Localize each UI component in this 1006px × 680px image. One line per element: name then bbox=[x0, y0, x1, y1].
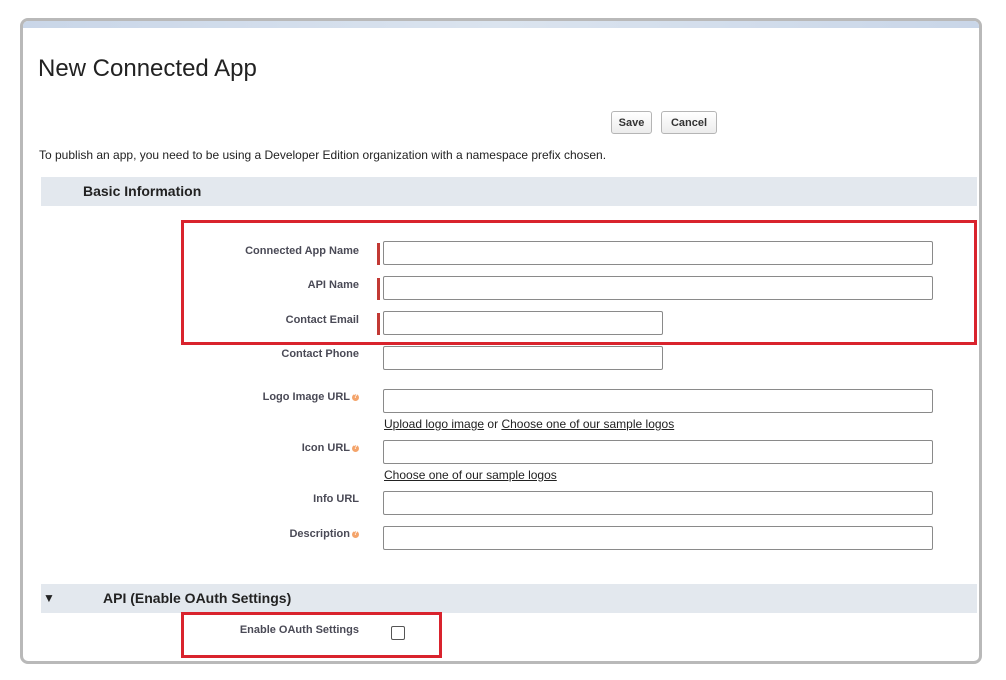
enable-oauth-label: Enable OAuth Settings bbox=[239, 624, 359, 636]
enable-oauth-checkbox[interactable] bbox=[391, 626, 405, 640]
or-text: or bbox=[487, 417, 499, 431]
logo-image-url-input[interactable] bbox=[383, 389, 933, 413]
description-input[interactable] bbox=[383, 526, 933, 550]
icon-links: Choose one of our sample logos bbox=[384, 468, 557, 482]
required-indicator bbox=[377, 243, 380, 265]
api-name-label: API Name bbox=[307, 279, 359, 291]
info-url-label: Info URL bbox=[313, 493, 359, 505]
choose-sample-logos-link[interactable]: Choose one of our sample logos bbox=[501, 417, 674, 431]
section-title: API (Enable OAuth Settings) bbox=[103, 590, 292, 606]
connected-app-window: New Connected App Save Cancel To publish… bbox=[20, 18, 982, 664]
icon-url-label: Icon URL? bbox=[301, 442, 359, 454]
required-indicator bbox=[377, 313, 380, 335]
connected-app-name-input[interactable] bbox=[383, 241, 933, 265]
info-icon[interactable]: ? bbox=[352, 444, 359, 452]
connected-app-name-label: Connected App Name bbox=[245, 245, 359, 257]
cancel-button[interactable]: Cancel bbox=[661, 111, 717, 134]
triangle-down-icon[interactable]: ▼ bbox=[43, 584, 55, 613]
logo-image-url-label: Logo Image URL? bbox=[262, 391, 359, 403]
namespace-notice: To publish an app, you need to be using … bbox=[39, 148, 607, 162]
description-label: Description? bbox=[289, 528, 359, 540]
contact-phone-input[interactable] bbox=[383, 346, 663, 370]
save-button[interactable]: Save bbox=[611, 111, 652, 134]
info-url-input[interactable] bbox=[383, 491, 933, 515]
info-icon[interactable]: ? bbox=[352, 393, 359, 401]
logo-links: Upload logo image or Choose one of our s… bbox=[384, 417, 674, 431]
api-name-input[interactable] bbox=[383, 276, 933, 300]
contact-email-label: Contact Email bbox=[285, 314, 359, 326]
info-icon[interactable]: ? bbox=[352, 530, 359, 538]
required-indicator bbox=[377, 278, 380, 300]
contact-email-input[interactable] bbox=[383, 311, 663, 335]
contact-phone-label: Contact Phone bbox=[281, 348, 359, 360]
icon-choose-sample-logos-link[interactable]: Choose one of our sample logos bbox=[384, 468, 557, 482]
section-api-oauth[interactable]: ▼ API (Enable OAuth Settings) bbox=[41, 584, 977, 613]
icon-url-input[interactable] bbox=[383, 440, 933, 464]
section-basic-information: Basic Information bbox=[41, 177, 977, 206]
upload-logo-link[interactable]: Upload logo image bbox=[384, 417, 484, 431]
page-title: New Connected App bbox=[38, 55, 257, 82]
section-title: Basic Information bbox=[83, 183, 202, 199]
